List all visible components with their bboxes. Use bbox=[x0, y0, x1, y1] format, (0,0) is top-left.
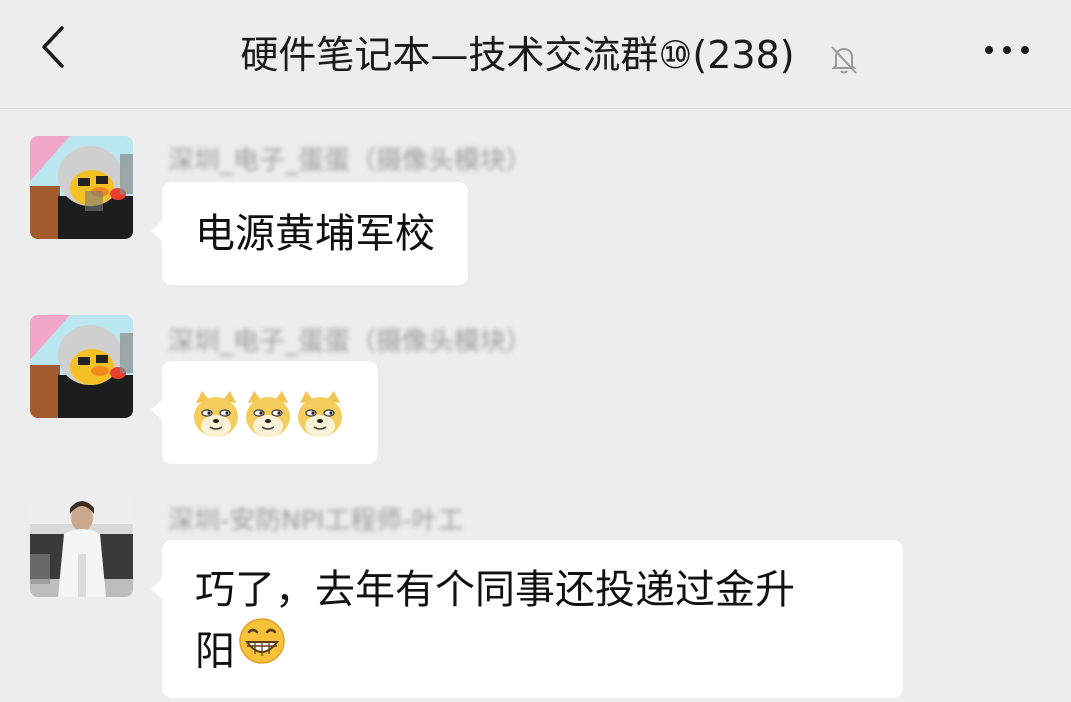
message-text-line: 巧了，去年有个同事还投递过金升 bbox=[195, 567, 795, 613]
avatar[interactable] bbox=[30, 494, 133, 597]
more-button[interactable] bbox=[979, 30, 1035, 70]
chat-title-row: 硬件笔记本—技术交流群⑩(238) bbox=[0, 24, 1071, 79]
cartoon-duck-avatar-icon bbox=[30, 136, 133, 239]
cartoon-duck-avatar-icon bbox=[30, 315, 133, 418]
chevron-left-icon bbox=[42, 26, 64, 68]
sender-name: 深圳-安防NPI工程师-叶工 bbox=[168, 506, 464, 536]
message-text: 电源黄埔军校 bbox=[195, 211, 435, 257]
photo-avatar-icon bbox=[30, 494, 133, 597]
doge-emoji-icon bbox=[294, 389, 346, 458]
grin-emoji-icon bbox=[237, 616, 287, 683]
avatar[interactable] bbox=[30, 315, 133, 418]
message-bubble[interactable]: 电源黄埔军校 bbox=[151, 182, 468, 285]
message-text: 阳 bbox=[195, 628, 235, 675]
message-bubble[interactable]: 巧了，去年有个同事还投递过金升 阳 bbox=[151, 540, 903, 698]
doge-emoji-icon bbox=[190, 389, 242, 458]
back-button[interactable] bbox=[30, 22, 80, 72]
sender-name: 深圳_电子_蛋蛋（摄像头模块） bbox=[168, 146, 533, 176]
more-dots-icon bbox=[985, 46, 1029, 54]
avatar[interactable] bbox=[30, 136, 133, 239]
message-text-line-2: 阳 bbox=[195, 618, 870, 687]
chat-header: 硬件笔记本—技术交流群⑩(238) bbox=[0, 0, 1071, 109]
doge-emoji-icon bbox=[242, 389, 294, 458]
message-bubble[interactable] bbox=[151, 361, 378, 464]
bell-muted-icon bbox=[827, 41, 861, 75]
chat-title: 硬件笔记本—技术交流群⑩(238) bbox=[240, 33, 795, 77]
sender-name: 深圳_电子_蛋蛋（摄像头模块） bbox=[168, 327, 533, 357]
